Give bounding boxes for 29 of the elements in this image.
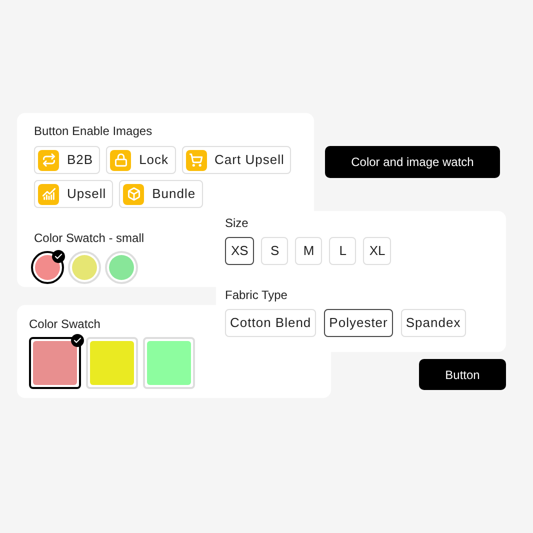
section-title: Button Enable Images xyxy=(34,123,154,140)
section-title: Color Swatch xyxy=(29,316,100,333)
primary-button[interactable]: Button xyxy=(419,359,506,390)
image-button[interactable]: Upsell xyxy=(34,180,114,208)
size-option[interactable]: L xyxy=(329,237,356,265)
lock-icon xyxy=(110,150,132,170)
cart-icon xyxy=(186,150,207,170)
fabric-option[interactable]: Polyester xyxy=(324,309,393,337)
size-option[interactable]: XS xyxy=(225,237,254,265)
image-button[interactable]: B2B xyxy=(34,146,100,174)
fabric-option[interactable]: Cotton Blend xyxy=(225,309,316,337)
exchange-icon xyxy=(38,150,59,170)
size-option[interactable]: XL xyxy=(363,237,392,265)
color-and-image-button[interactable]: Color and image watch xyxy=(325,146,500,178)
section-title: Color Swatch - small xyxy=(34,230,146,247)
size-option[interactable]: M xyxy=(295,237,322,265)
fabric-option[interactable]: Spandex xyxy=(400,309,466,337)
image-button[interactable]: Cart Upsell xyxy=(182,146,292,174)
image-button[interactable]: Lock xyxy=(106,146,176,174)
check-icon xyxy=(52,250,65,263)
color-swatch[interactable] xyxy=(29,337,81,389)
size-option[interactable]: S xyxy=(261,237,288,265)
color-swatch[interactable] xyxy=(31,251,64,284)
check-icon xyxy=(71,334,84,347)
image-button[interactable]: Bundle xyxy=(119,180,203,208)
chart-icon xyxy=(38,184,59,204)
box-icon xyxy=(123,184,144,204)
section-title: Fabric Type xyxy=(225,287,288,304)
section-title: Size xyxy=(225,215,250,232)
